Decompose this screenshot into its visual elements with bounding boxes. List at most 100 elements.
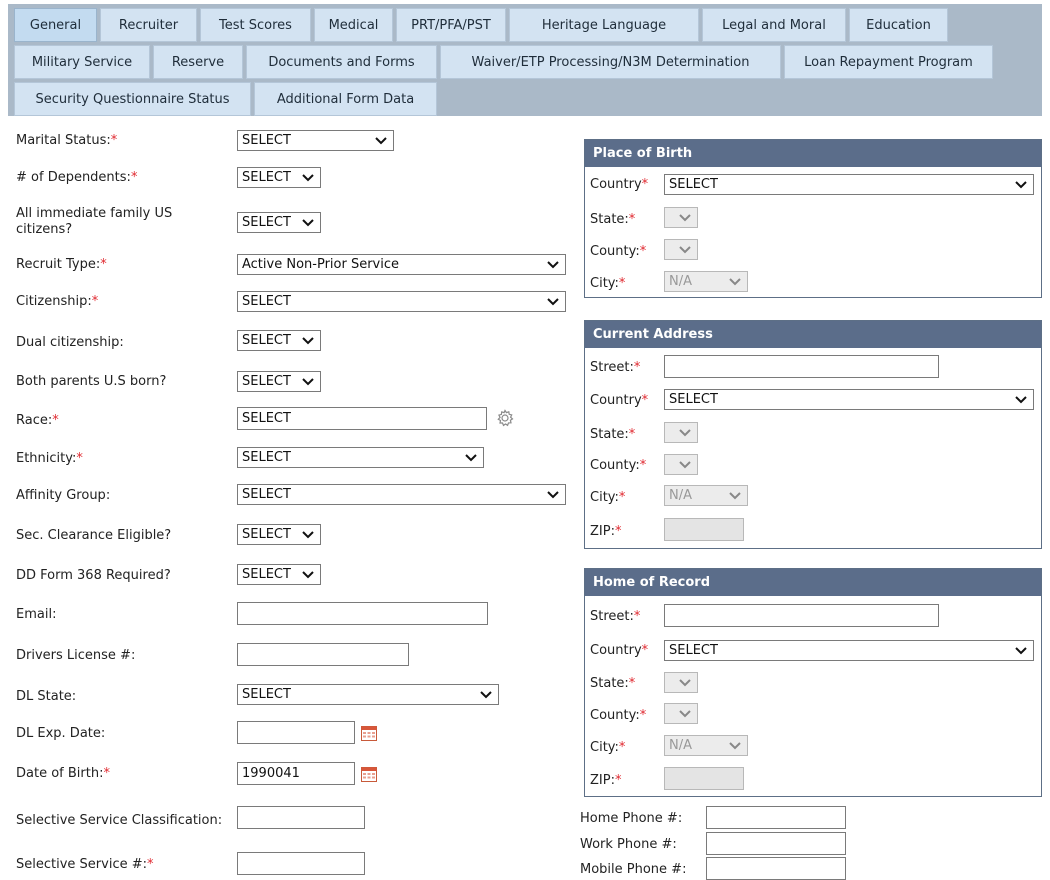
chevron-down-icon	[302, 337, 314, 345]
mobile-phone-field[interactable]	[706, 857, 846, 880]
pob-state-select[interactable]	[664, 207, 698, 228]
ca-street-field[interactable]	[664, 355, 939, 378]
marital-status-select[interactable]: SELECT	[237, 130, 394, 151]
gear-icon[interactable]	[495, 408, 515, 428]
email-field[interactable]	[237, 602, 488, 625]
pob-county-label: County:*	[590, 244, 647, 259]
ca-country-select[interactable]: SELECT	[664, 389, 1034, 410]
hor-county-label: County:*	[590, 708, 647, 723]
work-phone-field[interactable]	[706, 832, 846, 855]
ss-classification-field[interactable]	[237, 806, 365, 829]
pob-city-select[interactable]: N/A	[664, 271, 748, 292]
chevron-down-icon	[1015, 396, 1027, 404]
tab-recruiter[interactable]: Recruiter	[100, 8, 197, 42]
tab-waiver-etp[interactable]: Waiver/ETP Processing/N3M Determination	[440, 45, 781, 79]
ca-city-label: City:*	[590, 490, 626, 505]
tab-documents-and-forms[interactable]: Documents and Forms	[246, 45, 437, 79]
ca-state-select[interactable]	[664, 422, 698, 443]
dl-exp-date-field[interactable]	[237, 721, 355, 744]
drivers-license-label: Drivers License #:	[16, 648, 136, 663]
chevron-down-icon	[729, 278, 741, 286]
ca-country-label: Country*	[590, 393, 649, 408]
dl-state-select[interactable]: SELECT	[237, 684, 499, 705]
hor-country-label: Country*	[590, 643, 649, 658]
chevron-down-icon	[679, 710, 691, 718]
email-label: Email:	[16, 607, 57, 622]
parents-born-select[interactable]: SELECT	[237, 371, 321, 392]
tab-security-questionnaire[interactable]: Security Questionnaire Status	[14, 82, 251, 116]
pob-city-label: City:*	[590, 276, 626, 291]
hor-city-select[interactable]: N/A	[664, 735, 748, 756]
tab-prt-pfa-pst[interactable]: PRT/PFA/PST	[396, 8, 506, 42]
chevron-down-icon	[375, 137, 387, 145]
tab-test-scores[interactable]: Test Scores	[200, 8, 311, 42]
tab-general[interactable]: General	[14, 8, 97, 42]
hor-state-select[interactable]	[664, 672, 698, 693]
chevron-down-icon	[465, 454, 477, 462]
ca-state-label: State:*	[590, 427, 636, 442]
tab-military-service[interactable]: Military Service	[14, 45, 150, 79]
affinity-group-select[interactable]: SELECT	[237, 484, 566, 505]
tab-education[interactable]: Education	[849, 8, 948, 42]
tab-loan-repayment[interactable]: Loan Repayment Program	[784, 45, 993, 79]
dependents-select[interactable]: SELECT	[237, 167, 321, 188]
place-of-birth-panel: Place of Birth	[584, 139, 1042, 298]
dual-citizenship-label: Dual citizenship:	[16, 335, 124, 350]
pob-county-select[interactable]	[664, 239, 698, 260]
family-citizens-select[interactable]: SELECT	[237, 212, 321, 233]
tab-reserve[interactable]: Reserve	[153, 45, 243, 79]
chevron-down-icon	[1015, 647, 1027, 655]
current-address-header: Current Address	[585, 321, 1041, 348]
hor-street-field[interactable]	[664, 604, 939, 627]
race-field[interactable]: SELECT	[237, 407, 487, 430]
sec-clearance-select[interactable]: SELECT	[237, 524, 321, 545]
recruit-type-select[interactable]: Active Non-Prior Service	[237, 254, 566, 275]
ss-number-label: Selective Service #:*	[16, 857, 154, 872]
tab-legal-and-moral[interactable]: Legal and Moral	[702, 8, 846, 42]
ca-zip-field[interactable]	[664, 518, 744, 541]
drivers-license-field[interactable]	[237, 643, 409, 666]
tab-bar: General Recruiter Test Scores Medical PR…	[8, 4, 1042, 116]
home-phone-field[interactable]	[706, 806, 846, 829]
hor-zip-field[interactable]	[664, 767, 744, 790]
tab-heritage-language[interactable]: Heritage Language	[509, 8, 699, 42]
recruit-type-label: Recruit Type:*	[16, 257, 107, 272]
chevron-down-icon	[729, 492, 741, 500]
dob-label: Date of Birth:*	[16, 766, 110, 781]
dl-exp-date-label: DL Exp. Date:	[16, 726, 106, 741]
dl-state-label: DL State:	[16, 689, 77, 704]
place-of-birth-header: Place of Birth	[585, 140, 1041, 167]
ca-city-select[interactable]: N/A	[664, 485, 748, 506]
hor-county-select[interactable]	[664, 703, 698, 724]
ss-classification-label: Selective Service Classification:	[16, 813, 223, 828]
pob-country-select[interactable]: SELECT	[664, 174, 1034, 195]
tab-additional-form-data[interactable]: Additional Form Data	[254, 82, 437, 116]
calendar-icon[interactable]	[361, 766, 377, 782]
pob-country-label: Country*	[590, 177, 649, 192]
dual-citizenship-select[interactable]: SELECT	[237, 330, 321, 351]
citizenship-select[interactable]: SELECT	[237, 291, 566, 312]
citizenship-label: Citizenship:*	[16, 294, 99, 309]
dob-field[interactable]: 1990041	[237, 762, 355, 785]
dd368-select[interactable]: SELECT	[237, 564, 321, 585]
family-citizens-label: All immediate family US citizens?	[16, 206, 173, 237]
home-of-record-header: Home of Record	[585, 569, 1041, 596]
ethnicity-label: Ethnicity:*	[16, 451, 83, 466]
affinity-group-label: Affinity Group:	[16, 488, 111, 503]
dd368-label: DD Form 368 Required?	[16, 568, 171, 583]
hor-country-select[interactable]: SELECT	[664, 640, 1034, 661]
race-label: Race:*	[16, 413, 59, 428]
ss-number-field[interactable]	[237, 852, 365, 875]
calendar-icon[interactable]	[361, 725, 377, 741]
chevron-down-icon	[679, 214, 691, 222]
chevron-down-icon	[302, 531, 314, 539]
parents-born-label: Both parents U.S born?	[16, 374, 167, 389]
chevron-down-icon	[679, 246, 691, 254]
pob-state-label: State:*	[590, 212, 636, 227]
ca-county-select[interactable]	[664, 454, 698, 475]
chevron-down-icon	[1015, 181, 1027, 189]
tab-medical[interactable]: Medical	[314, 8, 393, 42]
sec-clearance-label: Sec. Clearance Eligible?	[16, 528, 172, 543]
ethnicity-select[interactable]: SELECT	[237, 447, 484, 468]
hor-state-label: State:*	[590, 676, 636, 691]
